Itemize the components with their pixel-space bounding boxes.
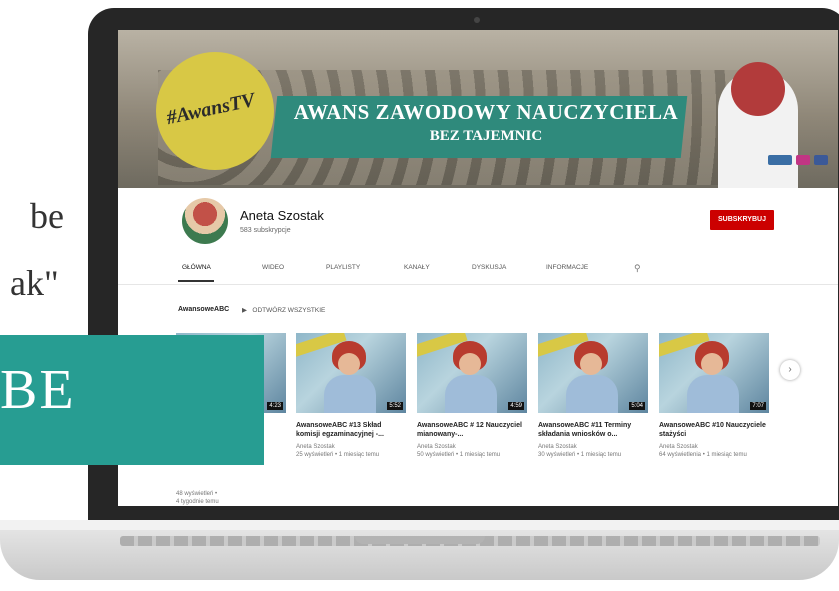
video-author[interactable]: Aneta Szostak [296, 443, 406, 451]
active-tab-indicator [178, 280, 214, 282]
video-author[interactable]: Aneta Szostak [538, 443, 648, 451]
video-duration: 4:59 [508, 402, 524, 410]
subscriber-count: 583 subskrypcje [240, 227, 291, 234]
channel-avatar[interactable] [182, 198, 228, 244]
video-duration: 5:52 [387, 402, 403, 410]
video-title[interactable]: AwansoweABC #13 Skład komisji egzaminacy… [296, 421, 406, 439]
banner-person-head [731, 62, 785, 116]
thumbnail-figure [445, 375, 497, 413]
blog-link-icon[interactable] [768, 155, 792, 165]
thumbnail-figure-face [580, 353, 602, 375]
video-card[interactable]: 7:07 AwansoweABC #10 Nauczyciele stażyśc… [659, 333, 769, 459]
section-title[interactable]: AwansoweABC [178, 306, 229, 313]
thumbnail-figure [324, 375, 376, 413]
tab-about[interactable]: INFORMACJE [546, 264, 588, 271]
thumbnail-figure-face [338, 353, 360, 375]
video-meta: 48 wyświetleń • [176, 491, 218, 497]
thumbnail-figure-face [459, 353, 481, 375]
video-thumbnail[interactable]: 5:04 [538, 333, 648, 413]
overlay-text: BE [0, 359, 76, 421]
tab-home[interactable]: GŁÓWNA [182, 264, 211, 271]
webcam-icon [474, 17, 480, 23]
subscribe-button[interactable]: SUBSKRYBUJ [710, 210, 774, 230]
video-title[interactable]: AwansoweABC # 12 Nauczyciel mianowany-..… [417, 421, 527, 439]
laptop-notch [355, 536, 485, 544]
video-card[interactable]: 4:59 AwansoweABC # 12 Nauczyciel mianowa… [417, 333, 527, 459]
facebook-link-icon[interactable] [814, 155, 828, 165]
video-card[interactable]: 5:52 AwansoweABC #13 Skład komisji egzam… [296, 333, 406, 459]
video-duration: 7:07 [750, 402, 766, 410]
video-title[interactable]: AwansoweABC #10 Nauczyciele stażyści [659, 421, 769, 439]
channel-banner: #AwansTV AWANS ZAWODOWY NAUCZYCIELA BEZ … [118, 30, 838, 188]
video-duration: 4:23 [267, 402, 283, 410]
channel-name: Aneta Szostak [240, 208, 324, 223]
video-duration: 5:04 [629, 402, 645, 410]
tab-channels[interactable]: KANAŁY [404, 264, 430, 271]
video-meta: 50 wyświetleń • 1 miesiąc temu [417, 452, 501, 458]
thumbnail-figure [687, 375, 739, 413]
video-thumbnail[interactable]: 4:59 [417, 333, 527, 413]
instagram-link-icon[interactable] [796, 155, 810, 165]
tab-discussion[interactable]: DYSKUSJA [472, 264, 506, 271]
video-thumbnail[interactable]: 7:07 [659, 333, 769, 413]
video-meta: 30 wyświetleń • 1 miesiąc temu [538, 452, 622, 458]
video-meta: 25 wyświetleń • 1 miesiąc temu [296, 452, 380, 458]
tab-playlists[interactable]: PLAYLISTY [326, 264, 360, 271]
play-all-link[interactable]: ▶ ODTWÓRZ WSZYSTKIE [242, 306, 325, 314]
carousel-next-button[interactable]: › [780, 360, 800, 380]
banner-title: AWANS ZAWODOWY NAUCZYCIELA [293, 100, 679, 124]
video-meta: 64 wyświetlenia • 1 miesiąc temu [659, 452, 747, 458]
background-text-line-2: ak" [10, 263, 59, 303]
header-divider [118, 284, 838, 285]
video-card[interactable]: 5:04 AwansoweABC #11 Terminy składania w… [538, 333, 648, 459]
video-title[interactable]: AwansoweABC #11 Terminy składania wniosk… [538, 421, 648, 439]
banner-subtitle: BEZ TAJEMNIC [429, 128, 543, 144]
video-thumbnail[interactable]: 5:52 [296, 333, 406, 413]
background-text-line-1: be [30, 196, 64, 236]
thumbnail-figure-face [701, 353, 723, 375]
video-author[interactable]: Aneta Szostak [659, 443, 769, 451]
tab-videos[interactable]: WIDEO [262, 264, 284, 271]
search-icon[interactable]: ⚲ [634, 263, 641, 274]
banner-social-links [768, 155, 828, 165]
video-meta-date: 4 tygodnie temu [176, 499, 219, 505]
thumbnail-figure [566, 375, 618, 413]
partial-video-meta: 48 wyświetleń • 4 tygodnie temu [176, 486, 266, 506]
video-author[interactable]: Aneta Szostak [417, 443, 527, 451]
laptop-base-edge [0, 520, 839, 530]
play-all-label: ODTWÓRZ WSZYSTKIE [252, 307, 326, 314]
